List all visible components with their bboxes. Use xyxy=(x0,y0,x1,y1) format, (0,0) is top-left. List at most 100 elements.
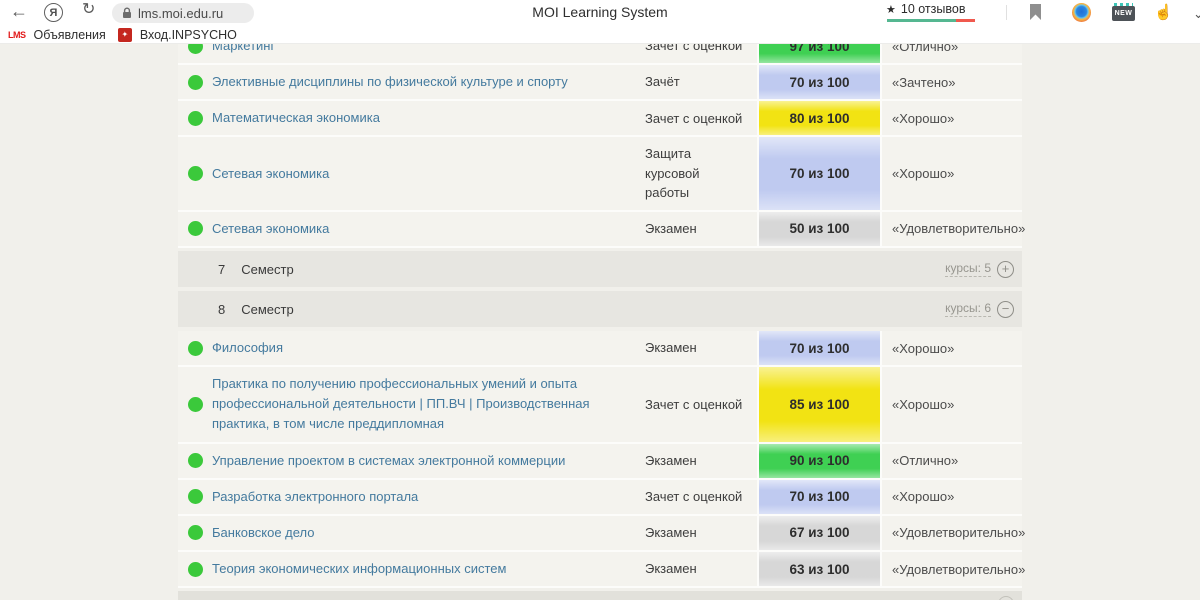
page-title: MOI Learning System xyxy=(0,4,1200,20)
course-name-link[interactable]: Банковское дело xyxy=(212,516,645,550)
semester-header-row[interactable]: 7 Семестр курсы: 5 + xyxy=(178,251,1022,287)
toolbar-divider xyxy=(1006,5,1007,20)
exam-type-label: Экзамен xyxy=(645,552,757,586)
course-row: Элективные дисциплины по физической куль… xyxy=(178,65,1022,101)
status-dot-cell xyxy=(178,516,212,550)
score-cell: 67 из 100 xyxy=(757,516,882,550)
reviews-label: 10 отзывов xyxy=(901,2,966,16)
grade-label: «Хорошо» xyxy=(882,331,1022,365)
course-name-link[interactable]: Практика по получению профессиональных у… xyxy=(212,367,645,441)
hand-pointer-icon[interactable]: ☝ xyxy=(1154,3,1173,21)
score-cell: 85 из 100 xyxy=(757,367,882,441)
course-row: Сетевая экономикаЭкзамен50 из 100«Удовле… xyxy=(178,212,1022,248)
course-name-link[interactable]: Управление проектом в системах электронн… xyxy=(212,444,645,478)
completed-dot-icon xyxy=(188,166,203,181)
completed-dot-icon xyxy=(188,44,203,54)
status-dot-cell xyxy=(178,444,212,478)
score-cell: 70 из 100 xyxy=(757,137,882,210)
exam-type-label: Защита курсовой работы xyxy=(645,137,757,210)
semester-controls: курсы: 5 + xyxy=(945,261,1014,278)
completed-dot-icon xyxy=(188,453,203,468)
inpsycho-favicon-icon: ✦ xyxy=(118,28,132,42)
status-dot-cell xyxy=(178,137,212,210)
course-row: Теория экономических информационных сист… xyxy=(178,552,1022,588)
semester-number: 8 xyxy=(218,302,225,317)
completed-dot-icon xyxy=(188,221,203,236)
score-cell: 80 из 100 xyxy=(757,101,882,135)
course-row: Управление проектом в системах электронн… xyxy=(178,444,1022,480)
course-name-link[interactable]: Маркетинг xyxy=(212,44,645,63)
status-dot-cell xyxy=(178,212,212,246)
completed-dot-icon xyxy=(188,525,203,540)
collapse-button[interactable]: − xyxy=(997,301,1014,318)
bookmark-flag-icon[interactable] xyxy=(1030,4,1041,20)
completed-dot-icon xyxy=(188,562,203,577)
completed-dot-icon xyxy=(188,397,203,412)
lms-favicon-icon: LMS xyxy=(8,30,26,40)
grade-label: «Хорошо» xyxy=(882,480,1022,514)
exam-type-label: Экзамен xyxy=(645,444,757,478)
course-name-link[interactable]: Математическая экономика xyxy=(212,101,645,135)
semester-number: 7 xyxy=(218,262,225,277)
new-extension-icon[interactable]: NEW xyxy=(1112,6,1135,21)
reviews-button[interactable]: ★ 10 отзывов xyxy=(886,2,965,16)
course-row: Практика по получению профессиональных у… xyxy=(178,367,1022,443)
semester-label: Семестр xyxy=(241,262,293,277)
expand-button[interactable]: + xyxy=(997,261,1014,278)
grade-label: «Удовлетворительно» xyxy=(882,552,1025,586)
page-content: МаркетингЗачет с оценкой97 из 100«Отличн… xyxy=(0,44,1200,600)
course-row: Банковское делоЭкзамен67 из 100«Удовлетв… xyxy=(178,516,1022,552)
bookmarks-bar: LMS Объявления ✦ Вход.INPSYCHO xyxy=(0,26,1200,44)
status-dot-cell xyxy=(178,480,212,514)
bookmark-item-inpsycho[interactable]: ✦ Вход.INPSYCHO xyxy=(118,28,237,42)
grade-label: «Зачтено» xyxy=(882,65,1022,99)
grade-label: «Отлично» xyxy=(882,444,1022,478)
grade-label: «Хорошо» xyxy=(882,137,1022,210)
course-row: Математическая экономикаЗачет с оценкой8… xyxy=(178,101,1022,137)
grade-label: «Отлично» xyxy=(882,44,1022,63)
bookmark-item-announcements[interactable]: LMS Объявления xyxy=(8,28,106,42)
course-name-link[interactable]: Сетевая экономика xyxy=(212,137,645,210)
grade-label: «Хорошо» xyxy=(882,101,1022,135)
course-name-link[interactable]: Разработка электронного портала xyxy=(212,480,645,514)
grades-table: МаркетингЗачет с оценкой97 из 100«Отличн… xyxy=(178,44,1022,600)
clipped-edge-icon[interactable]: ⌄ xyxy=(1193,6,1200,22)
star-icon: ★ xyxy=(886,3,896,16)
bookmark-label: Вход.INPSYCHO xyxy=(140,28,237,42)
courses-count-link[interactable]: курсы: 5 xyxy=(945,261,991,277)
semester-header-row[interactable]: 8Семестркурсы: 6− xyxy=(178,291,1022,327)
completed-dot-icon xyxy=(188,489,203,504)
course-row: Сетевая экономикаЗащита курсовой работы7… xyxy=(178,137,1022,212)
score-cell: 50 из 100 xyxy=(757,212,882,246)
courses-count-link[interactable]: курсы: 6 xyxy=(945,301,991,317)
exam-type-label: Зачет с оценкой xyxy=(645,101,757,135)
status-dot-cell xyxy=(178,331,212,365)
score-cell: 63 из 100 xyxy=(757,552,882,586)
extension-circle-icon[interactable] xyxy=(1072,3,1091,22)
browser-chrome: ← Я ↻ lms.moi.edu.ru MOI Learning System… xyxy=(0,0,1200,26)
bookmark-label: Объявления xyxy=(34,28,106,42)
rating-bar xyxy=(887,19,975,22)
score-cell: 70 из 100 xyxy=(757,331,882,365)
score-cell: 70 из 100 xyxy=(757,65,882,99)
completed-dot-icon xyxy=(188,111,203,126)
completed-dot-icon xyxy=(188,75,203,90)
course-name-link[interactable]: Элективные дисциплины по физической куль… xyxy=(212,65,645,99)
exam-type-label: Экзамен xyxy=(645,212,757,246)
exam-type-label: Экзамен xyxy=(645,516,757,550)
course-row: ФилософияЭкзамен70 из 100«Хорошо» xyxy=(178,331,1022,367)
exam-type-label: Зачёт xyxy=(645,65,757,99)
course-name-link[interactable]: Философия xyxy=(212,331,645,365)
status-dot-cell xyxy=(178,44,212,63)
grade-label: «Удовлетворительно» xyxy=(882,516,1025,550)
course-row: Разработка электронного порталаЗачет с о… xyxy=(178,480,1022,516)
grade-label: «Удовлетворительно» xyxy=(882,212,1025,246)
status-dot-cell xyxy=(178,552,212,586)
exam-type-label: Зачет с оценкой xyxy=(645,480,757,514)
course-name-link[interactable]: Сетевая экономика xyxy=(212,212,645,246)
exam-type-label: Зачет с оценкой xyxy=(645,367,757,441)
score-cell: 97 из 100 xyxy=(757,44,882,63)
course-row: МаркетингЗачет с оценкой97 из 100«Отличн… xyxy=(178,44,1022,65)
course-name-link[interactable]: Теория экономических информационных сист… xyxy=(212,552,645,586)
expand-button-clipped xyxy=(998,596,1014,600)
